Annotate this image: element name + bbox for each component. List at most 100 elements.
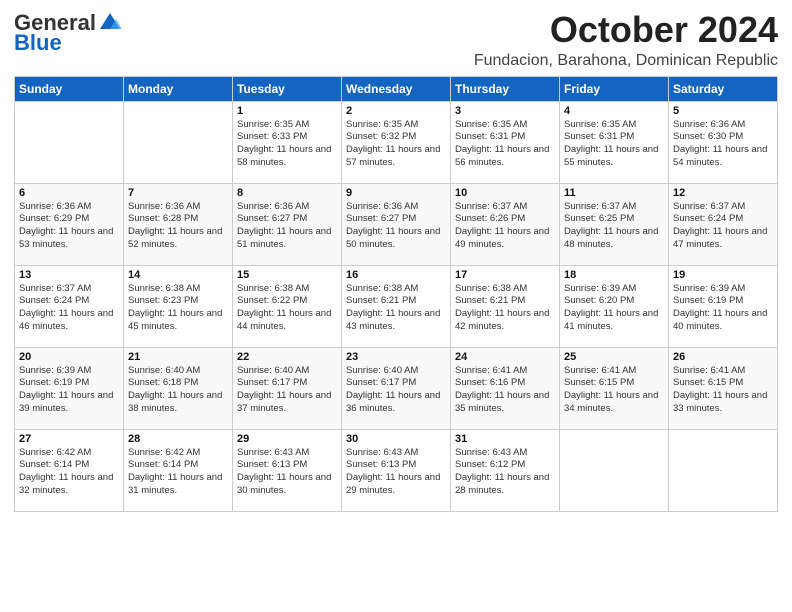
day-info: Sunrise: 6:41 AM Sunset: 6:15 PM Dayligh… (673, 365, 773, 416)
day-number: 20 (19, 351, 119, 363)
day-info: Sunrise: 6:40 AM Sunset: 6:17 PM Dayligh… (346, 365, 446, 416)
col-wednesday: Wednesday (342, 76, 451, 101)
month-title: October 2024 (474, 10, 778, 50)
day-number: 7 (128, 187, 228, 199)
logo-blue: Blue (14, 30, 62, 56)
day-info: Sunrise: 6:43 AM Sunset: 6:13 PM Dayligh… (237, 447, 337, 498)
col-tuesday: Tuesday (233, 76, 342, 101)
table-row: 29 Sunrise: 6:43 AM Sunset: 6:13 PM Dayli… (233, 429, 342, 511)
day-info: Sunrise: 6:35 AM Sunset: 6:31 PM Dayligh… (455, 119, 555, 170)
day-number: 19 (673, 269, 773, 281)
subtitle: Fundacion, Barahona, Dominican Republic (474, 52, 778, 70)
day-info: Sunrise: 6:39 AM Sunset: 6:19 PM Dayligh… (19, 365, 119, 416)
day-info: Sunrise: 6:40 AM Sunset: 6:17 PM Dayligh… (237, 365, 337, 416)
table-row (124, 101, 233, 183)
day-info: Sunrise: 6:38 AM Sunset: 6:23 PM Dayligh… (128, 283, 228, 334)
day-info: Sunrise: 6:35 AM Sunset: 6:32 PM Dayligh… (346, 119, 446, 170)
table-row: 8 Sunrise: 6:36 AM Sunset: 6:27 PM Daylig… (233, 183, 342, 265)
day-info: Sunrise: 6:36 AM Sunset: 6:30 PM Dayligh… (673, 119, 773, 170)
day-number: 30 (346, 433, 446, 445)
day-info: Sunrise: 6:36 AM Sunset: 6:29 PM Dayligh… (19, 201, 119, 252)
day-number: 27 (19, 433, 119, 445)
day-number: 5 (673, 105, 773, 117)
day-info: Sunrise: 6:41 AM Sunset: 6:15 PM Dayligh… (564, 365, 664, 416)
table-row: 27Sunrise: 6:42 AM Sunset: 6:14 PM Dayli… (15, 429, 124, 511)
day-number: 17 (455, 269, 555, 281)
day-number: 8 (237, 187, 337, 199)
table-row: 26 Sunrise: 6:41 AM Sunset: 6:15 PM Dayli… (669, 347, 778, 429)
logo: General Blue (14, 10, 122, 56)
day-info: Sunrise: 6:40 AM Sunset: 6:18 PM Dayligh… (128, 365, 228, 416)
day-info: Sunrise: 6:41 AM Sunset: 6:16 PM Dayligh… (455, 365, 555, 416)
table-row (15, 101, 124, 183)
table-row: 20 Sunrise: 6:39 AM Sunset: 6:19 PM Dayli… (15, 347, 124, 429)
table-row: 7Sunrise: 6:36 AM Sunset: 6:28 PM Daylig… (124, 183, 233, 265)
day-number: 13 (19, 269, 119, 281)
col-friday: Friday (560, 76, 669, 101)
day-number: 29 (237, 433, 337, 445)
table-row: 9Sunrise: 6:36 AM Sunset: 6:27 PM Daylig… (342, 183, 451, 265)
day-number: 24 (455, 351, 555, 363)
header: General Blue October 2024 Fundacion, Bar… (14, 10, 778, 70)
day-info: Sunrise: 6:35 AM Sunset: 6:31 PM Dayligh… (564, 119, 664, 170)
day-number: 22 (237, 351, 337, 363)
table-row: 3 Sunrise: 6:35 AM Sunset: 6:31 PM Daylig… (451, 101, 560, 183)
table-row: 30 Sunrise: 6:43 AM Sunset: 6:13 PM Dayli… (342, 429, 451, 511)
day-number: 31 (455, 433, 555, 445)
day-number: 4 (564, 105, 664, 117)
day-info: Sunrise: 6:42 AM Sunset: 6:14 PM Dayligh… (128, 447, 228, 498)
day-number: 6 (19, 187, 119, 199)
day-number: 11 (564, 187, 664, 199)
logo-icon (98, 11, 122, 35)
day-info: Sunrise: 6:43 AM Sunset: 6:13 PM Dayligh… (346, 447, 446, 498)
table-row: 14 Sunrise: 6:38 AM Sunset: 6:23 PM Dayli… (124, 265, 233, 347)
table-row: 5 Sunrise: 6:36 AM Sunset: 6:30 PM Daylig… (669, 101, 778, 183)
table-row (669, 429, 778, 511)
calendar-week-row: 20 Sunrise: 6:39 AM Sunset: 6:19 PM Dayli… (15, 347, 778, 429)
table-row: 12Sunrise: 6:37 AM Sunset: 6:24 PM Dayli… (669, 183, 778, 265)
day-number: 2 (346, 105, 446, 117)
col-saturday: Saturday (669, 76, 778, 101)
calendar-week-row: 13Sunrise: 6:37 AM Sunset: 6:24 PM Dayli… (15, 265, 778, 347)
day-number: 14 (128, 269, 228, 281)
day-number: 21 (128, 351, 228, 363)
day-number: 15 (237, 269, 337, 281)
table-row: 25Sunrise: 6:41 AM Sunset: 6:15 PM Dayli… (560, 347, 669, 429)
table-row: 19 Sunrise: 6:39 AM Sunset: 6:19 PM Dayli… (669, 265, 778, 347)
table-row: 28Sunrise: 6:42 AM Sunset: 6:14 PM Dayli… (124, 429, 233, 511)
day-info: Sunrise: 6:38 AM Sunset: 6:21 PM Dayligh… (346, 283, 446, 334)
day-info: Sunrise: 6:36 AM Sunset: 6:27 PM Dayligh… (237, 201, 337, 252)
table-row: 24 Sunrise: 6:41 AM Sunset: 6:16 PM Dayli… (451, 347, 560, 429)
day-info: Sunrise: 6:39 AM Sunset: 6:19 PM Dayligh… (673, 283, 773, 334)
calendar-header-row: Sunday Monday Tuesday Wednesday Thursday… (15, 76, 778, 101)
day-number: 3 (455, 105, 555, 117)
table-row: 6 Sunrise: 6:36 AM Sunset: 6:29 PM Daylig… (15, 183, 124, 265)
day-number: 1 (237, 105, 337, 117)
table-row: 10Sunrise: 6:37 AM Sunset: 6:26 PM Dayli… (451, 183, 560, 265)
day-number: 10 (455, 187, 555, 199)
calendar-week-row: 6 Sunrise: 6:36 AM Sunset: 6:29 PM Daylig… (15, 183, 778, 265)
table-row: 16Sunrise: 6:38 AM Sunset: 6:21 PM Dayli… (342, 265, 451, 347)
title-block: October 2024 Fundacion, Barahona, Domini… (474, 10, 778, 70)
col-thursday: Thursday (451, 76, 560, 101)
table-row: 4 Sunrise: 6:35 AM Sunset: 6:31 PM Daylig… (560, 101, 669, 183)
day-info: Sunrise: 6:37 AM Sunset: 6:25 PM Dayligh… (564, 201, 664, 252)
table-row: 21 Sunrise: 6:40 AM Sunset: 6:18 PM Dayli… (124, 347, 233, 429)
table-row: 2 Sunrise: 6:35 AM Sunset: 6:32 PM Daylig… (342, 101, 451, 183)
day-info: Sunrise: 6:43 AM Sunset: 6:12 PM Dayligh… (455, 447, 555, 498)
table-row: 23Sunrise: 6:40 AM Sunset: 6:17 PM Dayli… (342, 347, 451, 429)
table-row: 13Sunrise: 6:37 AM Sunset: 6:24 PM Dayli… (15, 265, 124, 347)
day-number: 18 (564, 269, 664, 281)
table-row: 22 Sunrise: 6:40 AM Sunset: 6:17 PM Dayli… (233, 347, 342, 429)
page-container: General Blue October 2024 Fundacion, Bar… (0, 0, 792, 520)
table-row: 18 Sunrise: 6:39 AM Sunset: 6:20 PM Dayli… (560, 265, 669, 347)
day-info: Sunrise: 6:38 AM Sunset: 6:22 PM Dayligh… (237, 283, 337, 334)
col-monday: Monday (124, 76, 233, 101)
table-row: 17Sunrise: 6:38 AM Sunset: 6:21 PM Dayli… (451, 265, 560, 347)
day-info: Sunrise: 6:39 AM Sunset: 6:20 PM Dayligh… (564, 283, 664, 334)
table-row: 31 Sunrise: 6:43 AM Sunset: 6:12 PM Dayli… (451, 429, 560, 511)
day-number: 26 (673, 351, 773, 363)
day-info: Sunrise: 6:35 AM Sunset: 6:33 PM Dayligh… (237, 119, 337, 170)
table-row (560, 429, 669, 511)
col-sunday: Sunday (15, 76, 124, 101)
